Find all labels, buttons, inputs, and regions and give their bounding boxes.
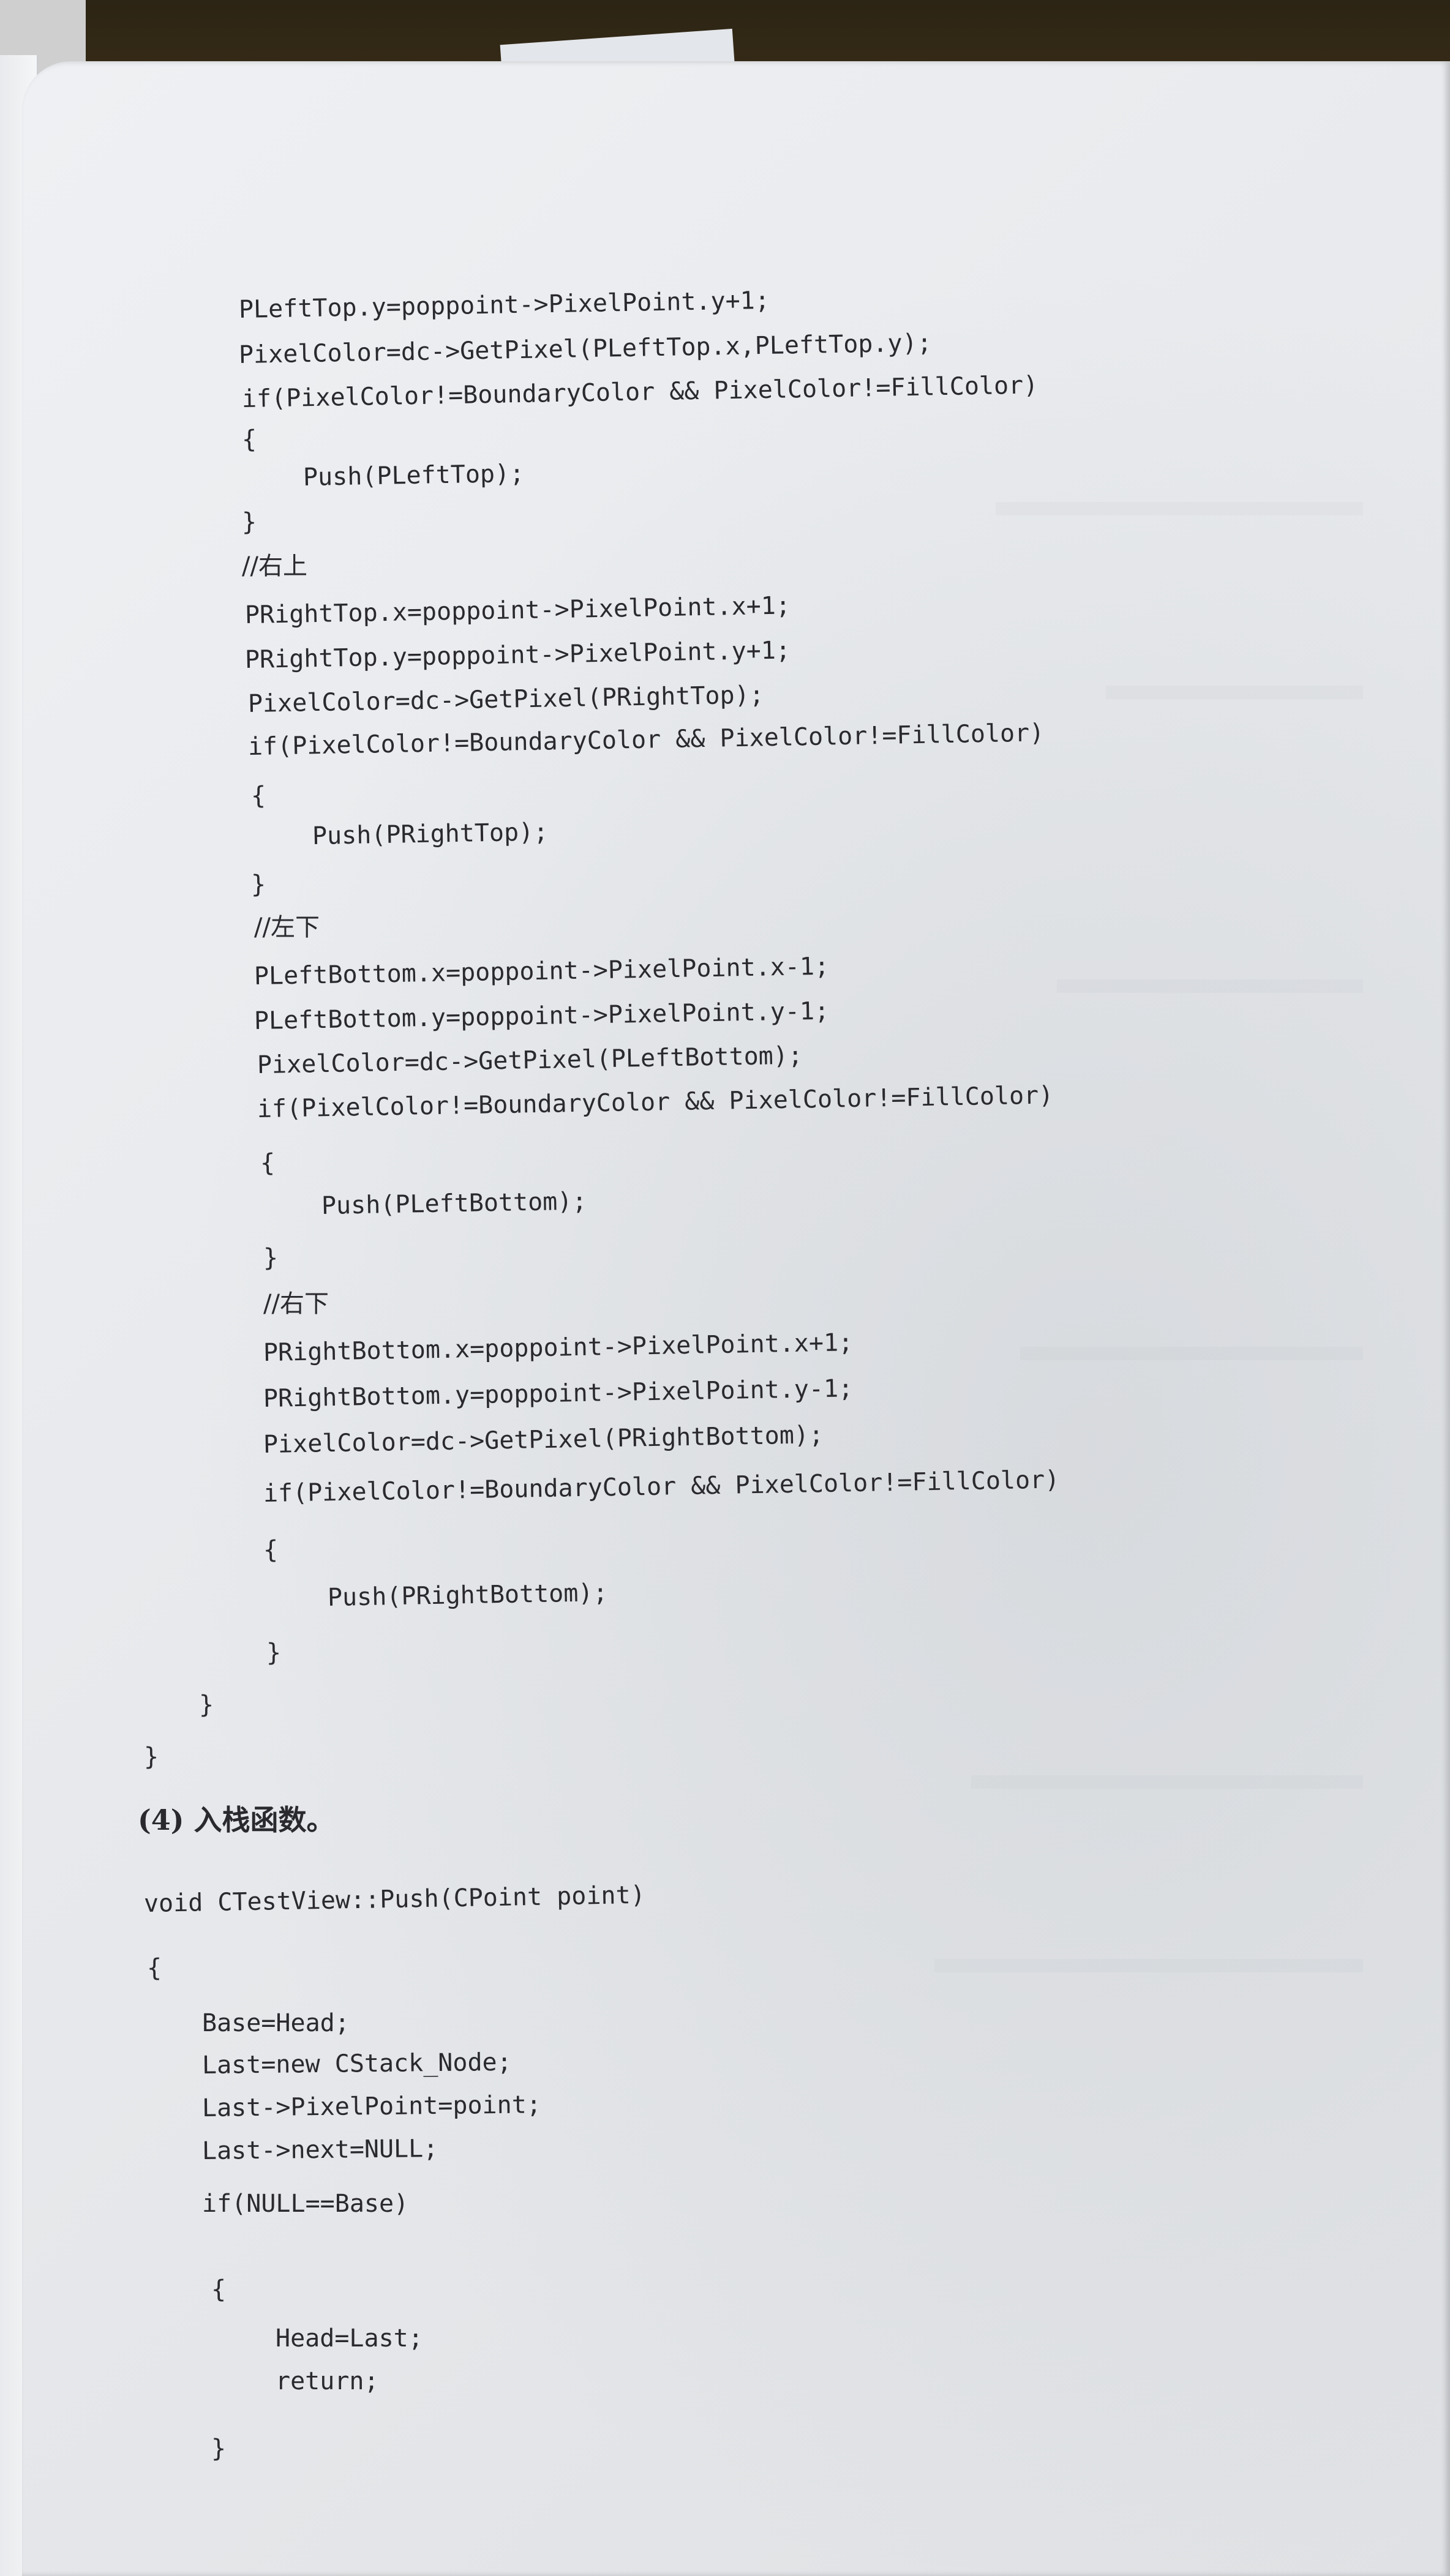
brace-open: { [260, 1149, 276, 1177]
code-line: Push(PRightTop); [312, 818, 549, 850]
brace-close: } [242, 508, 257, 536]
code-line: Push(PRightBottom); [327, 1579, 608, 1612]
brace-close: } [251, 871, 266, 899]
code-line: Push(PLeftTop); [302, 459, 525, 492]
show-through-reverse-page [934, 429, 1400, 2081]
code-line: return; [276, 2367, 379, 2395]
code-line: Last=new CStack_Node; [201, 2048, 512, 2080]
comment-right-bottom: //右下 [263, 1290, 329, 1318]
brace-open: { [251, 782, 266, 810]
section-heading: (4) 入栈函数。 [138, 1803, 335, 1837]
brace-close: } [263, 1244, 279, 1272]
code-line: Push(PLeftBottom); [321, 1187, 587, 1220]
code-line: Last->PixelPoint=point; [201, 2091, 542, 2122]
brace-close: } [211, 2435, 227, 2463]
brace-open: { [147, 1954, 162, 1982]
comment-right-top: //右上 [242, 552, 307, 580]
brace-close: } [266, 1639, 282, 1667]
brace-close: } [144, 1743, 159, 1771]
brace-open: { [242, 425, 257, 454]
code-line: Head=Last; [276, 2324, 423, 2353]
brace-open: { [211, 2275, 227, 2304]
code-line: Base=Head; [202, 2009, 350, 2037]
code-line: Last->next=NULL; [201, 2134, 438, 2165]
brace-close: } [199, 1691, 214, 1719]
code-line: if(NULL==Base) [202, 2190, 409, 2218]
comment-left-bottom: //左下 [254, 913, 320, 942]
brace-open: { [263, 1536, 279, 1564]
